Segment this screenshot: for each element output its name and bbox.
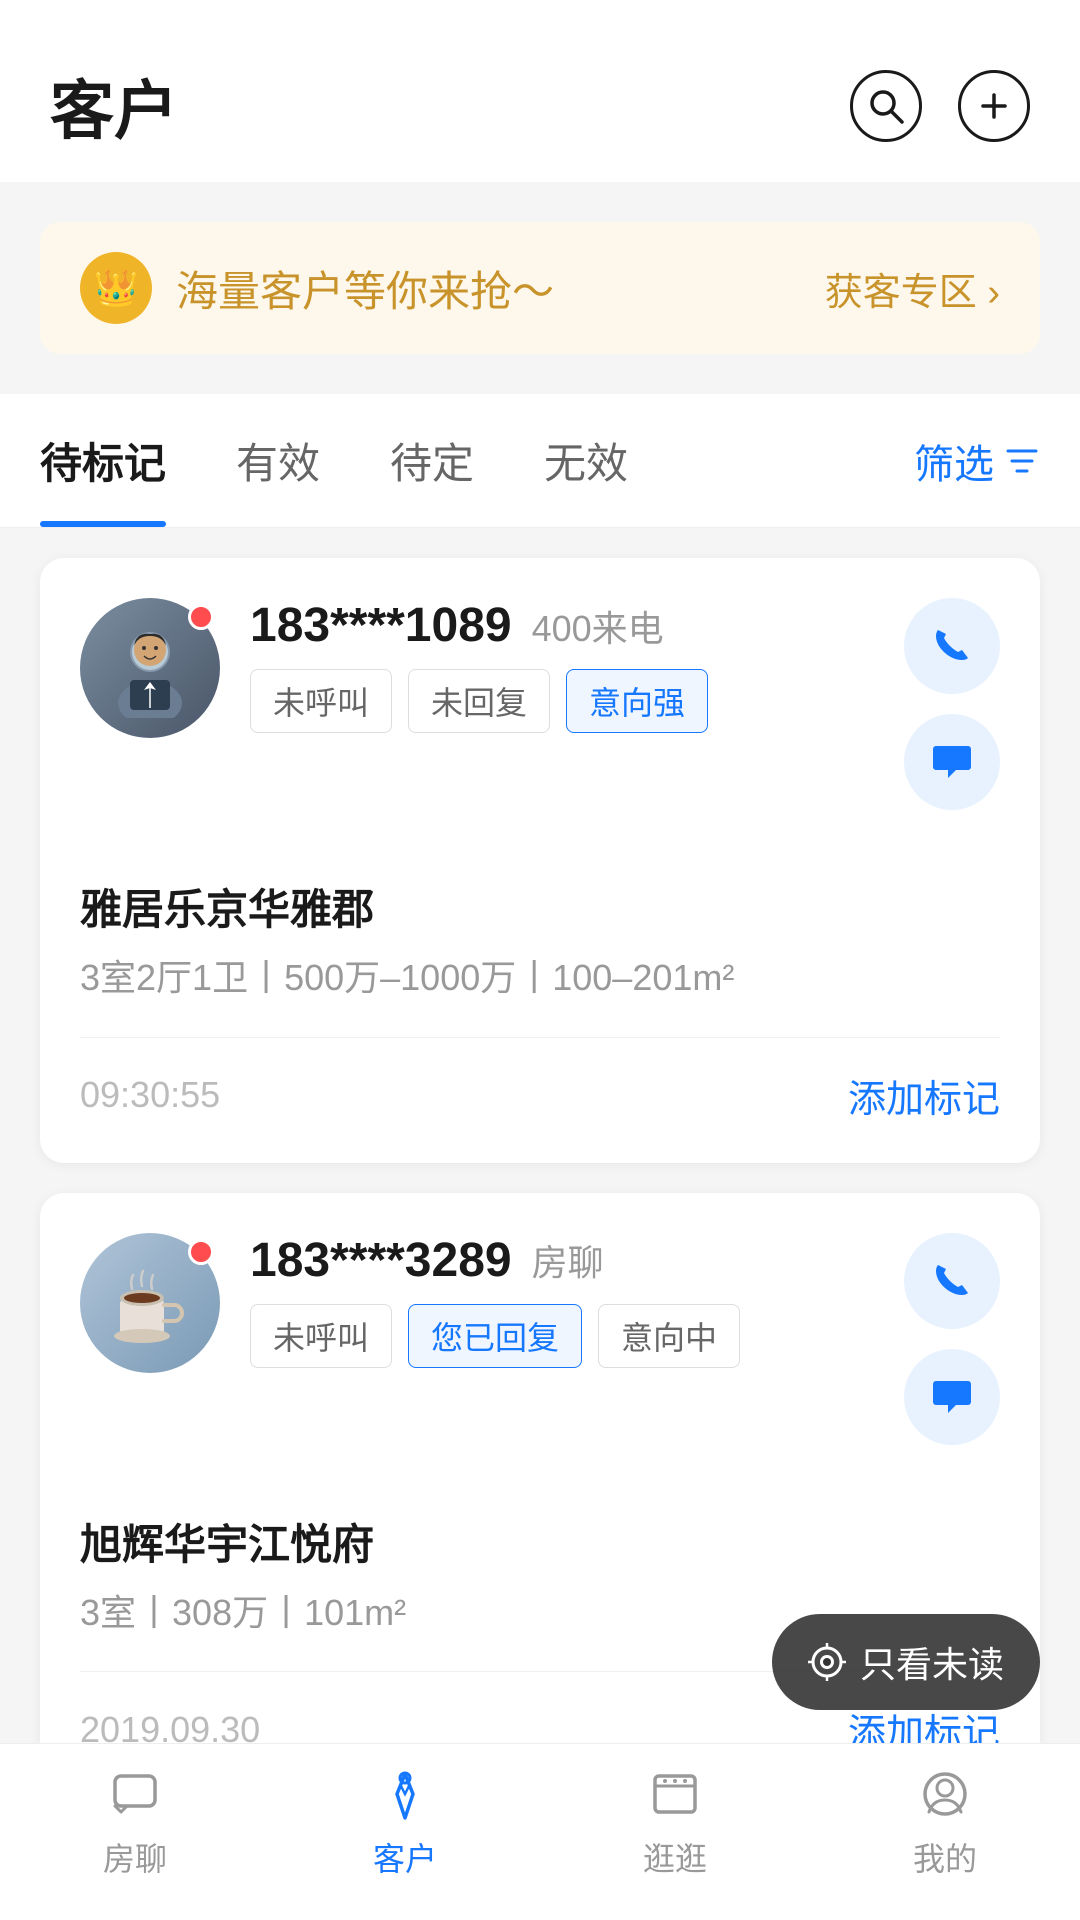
bottom-navigation: 房聊 客户 逛逛 (0, 1743, 1080, 1920)
browse-icon (645, 1764, 705, 1824)
nav-chat[interactable]: 房聊 (0, 1764, 270, 1880)
card-footer: 09:30:55 添加标记 (80, 1037, 1000, 1123)
customer-source: 400来电 (532, 600, 664, 652)
unread-label: 只看未读 (860, 1636, 1004, 1688)
property-info: 雅居乐京华雅郡 3室2厅1卫丨500万–1000万丨100–201m² (80, 846, 1000, 1007)
profile-icon (915, 1764, 975, 1824)
tab-bar: 待标记 有效 待定 无效 筛选 (0, 394, 1080, 528)
tag-no-call: 未呼叫 (250, 669, 392, 733)
add-mark-button[interactable]: 添加标记 (848, 1068, 1000, 1123)
header: 客户 (0, 0, 1080, 182)
avatar-wrap (80, 1233, 220, 1373)
nav-customer[interactable]: 客户 (270, 1764, 540, 1880)
tab-valid[interactable]: 有效 (236, 394, 320, 527)
banner-action[interactable]: 获客专区 › (825, 261, 1000, 316)
tag-no-reply: 未回复 (408, 669, 550, 733)
crown-icon: 👑 (80, 252, 152, 324)
notification-dot (188, 604, 214, 630)
tag-replied: 您已回复 (408, 1304, 582, 1368)
page-title: 客户 (50, 60, 178, 152)
tag-no-call: 未呼叫 (250, 1304, 392, 1368)
call-button[interactable] (904, 598, 1000, 694)
nav-profile-label: 我的 (913, 1834, 977, 1880)
tag-intent-strong: 意向强 (566, 669, 708, 733)
tab-waiting[interactable]: 待定 (390, 394, 474, 527)
tab-invalid[interactable]: 无效 (544, 394, 628, 527)
filter-button[interactable]: 筛选 (914, 396, 1040, 526)
add-button[interactable] (958, 70, 1030, 142)
avatar-wrap (80, 598, 220, 738)
customer-phone: 183****1089 (250, 598, 512, 653)
search-button[interactable] (850, 70, 922, 142)
property-name: 雅居乐京华雅郡 (80, 876, 1000, 937)
tag-intent-mid: 意向中 (598, 1304, 740, 1368)
call-button[interactable] (904, 1233, 1000, 1329)
chat-icon (105, 1764, 165, 1824)
customer-source: 房聊 (532, 1234, 604, 1286)
nav-browse-label: 逛逛 (643, 1834, 707, 1880)
nav-chat-label: 房聊 (103, 1834, 167, 1880)
message-button[interactable] (904, 714, 1000, 810)
unread-filter-button[interactable]: 只看未读 (772, 1614, 1040, 1710)
property-name: 旭辉华宇江悦府 (80, 1511, 1000, 1572)
customer-phone: 183****3289 (250, 1233, 512, 1288)
tab-pending[interactable]: 待标记 (40, 394, 166, 527)
property-detail: 3室2厅1卫丨500万–1000万丨100–201m² (80, 949, 1000, 1007)
contact-time: 09:30:55 (80, 1074, 220, 1116)
header-actions (850, 70, 1030, 142)
customer-tags: 未呼叫 未回复 意向强 (250, 669, 864, 733)
nav-profile[interactable]: 我的 (810, 1764, 1080, 1880)
banner-text: 海量客户等你来抢～ (176, 258, 554, 319)
nav-customer-label: 客户 (373, 1834, 437, 1880)
message-button[interactable] (904, 1349, 1000, 1445)
customer-card[interactable]: 183****1089 400来电 未呼叫 未回复 意向强 (40, 558, 1040, 1163)
nav-browse[interactable]: 逛逛 (540, 1764, 810, 1880)
customer-icon (375, 1764, 435, 1824)
customer-tags: 未呼叫 您已回复 意向中 (250, 1304, 864, 1368)
notification-dot (188, 1239, 214, 1265)
promo-banner[interactable]: 👑 海量客户等你来抢～ 获客专区 › (40, 222, 1040, 354)
